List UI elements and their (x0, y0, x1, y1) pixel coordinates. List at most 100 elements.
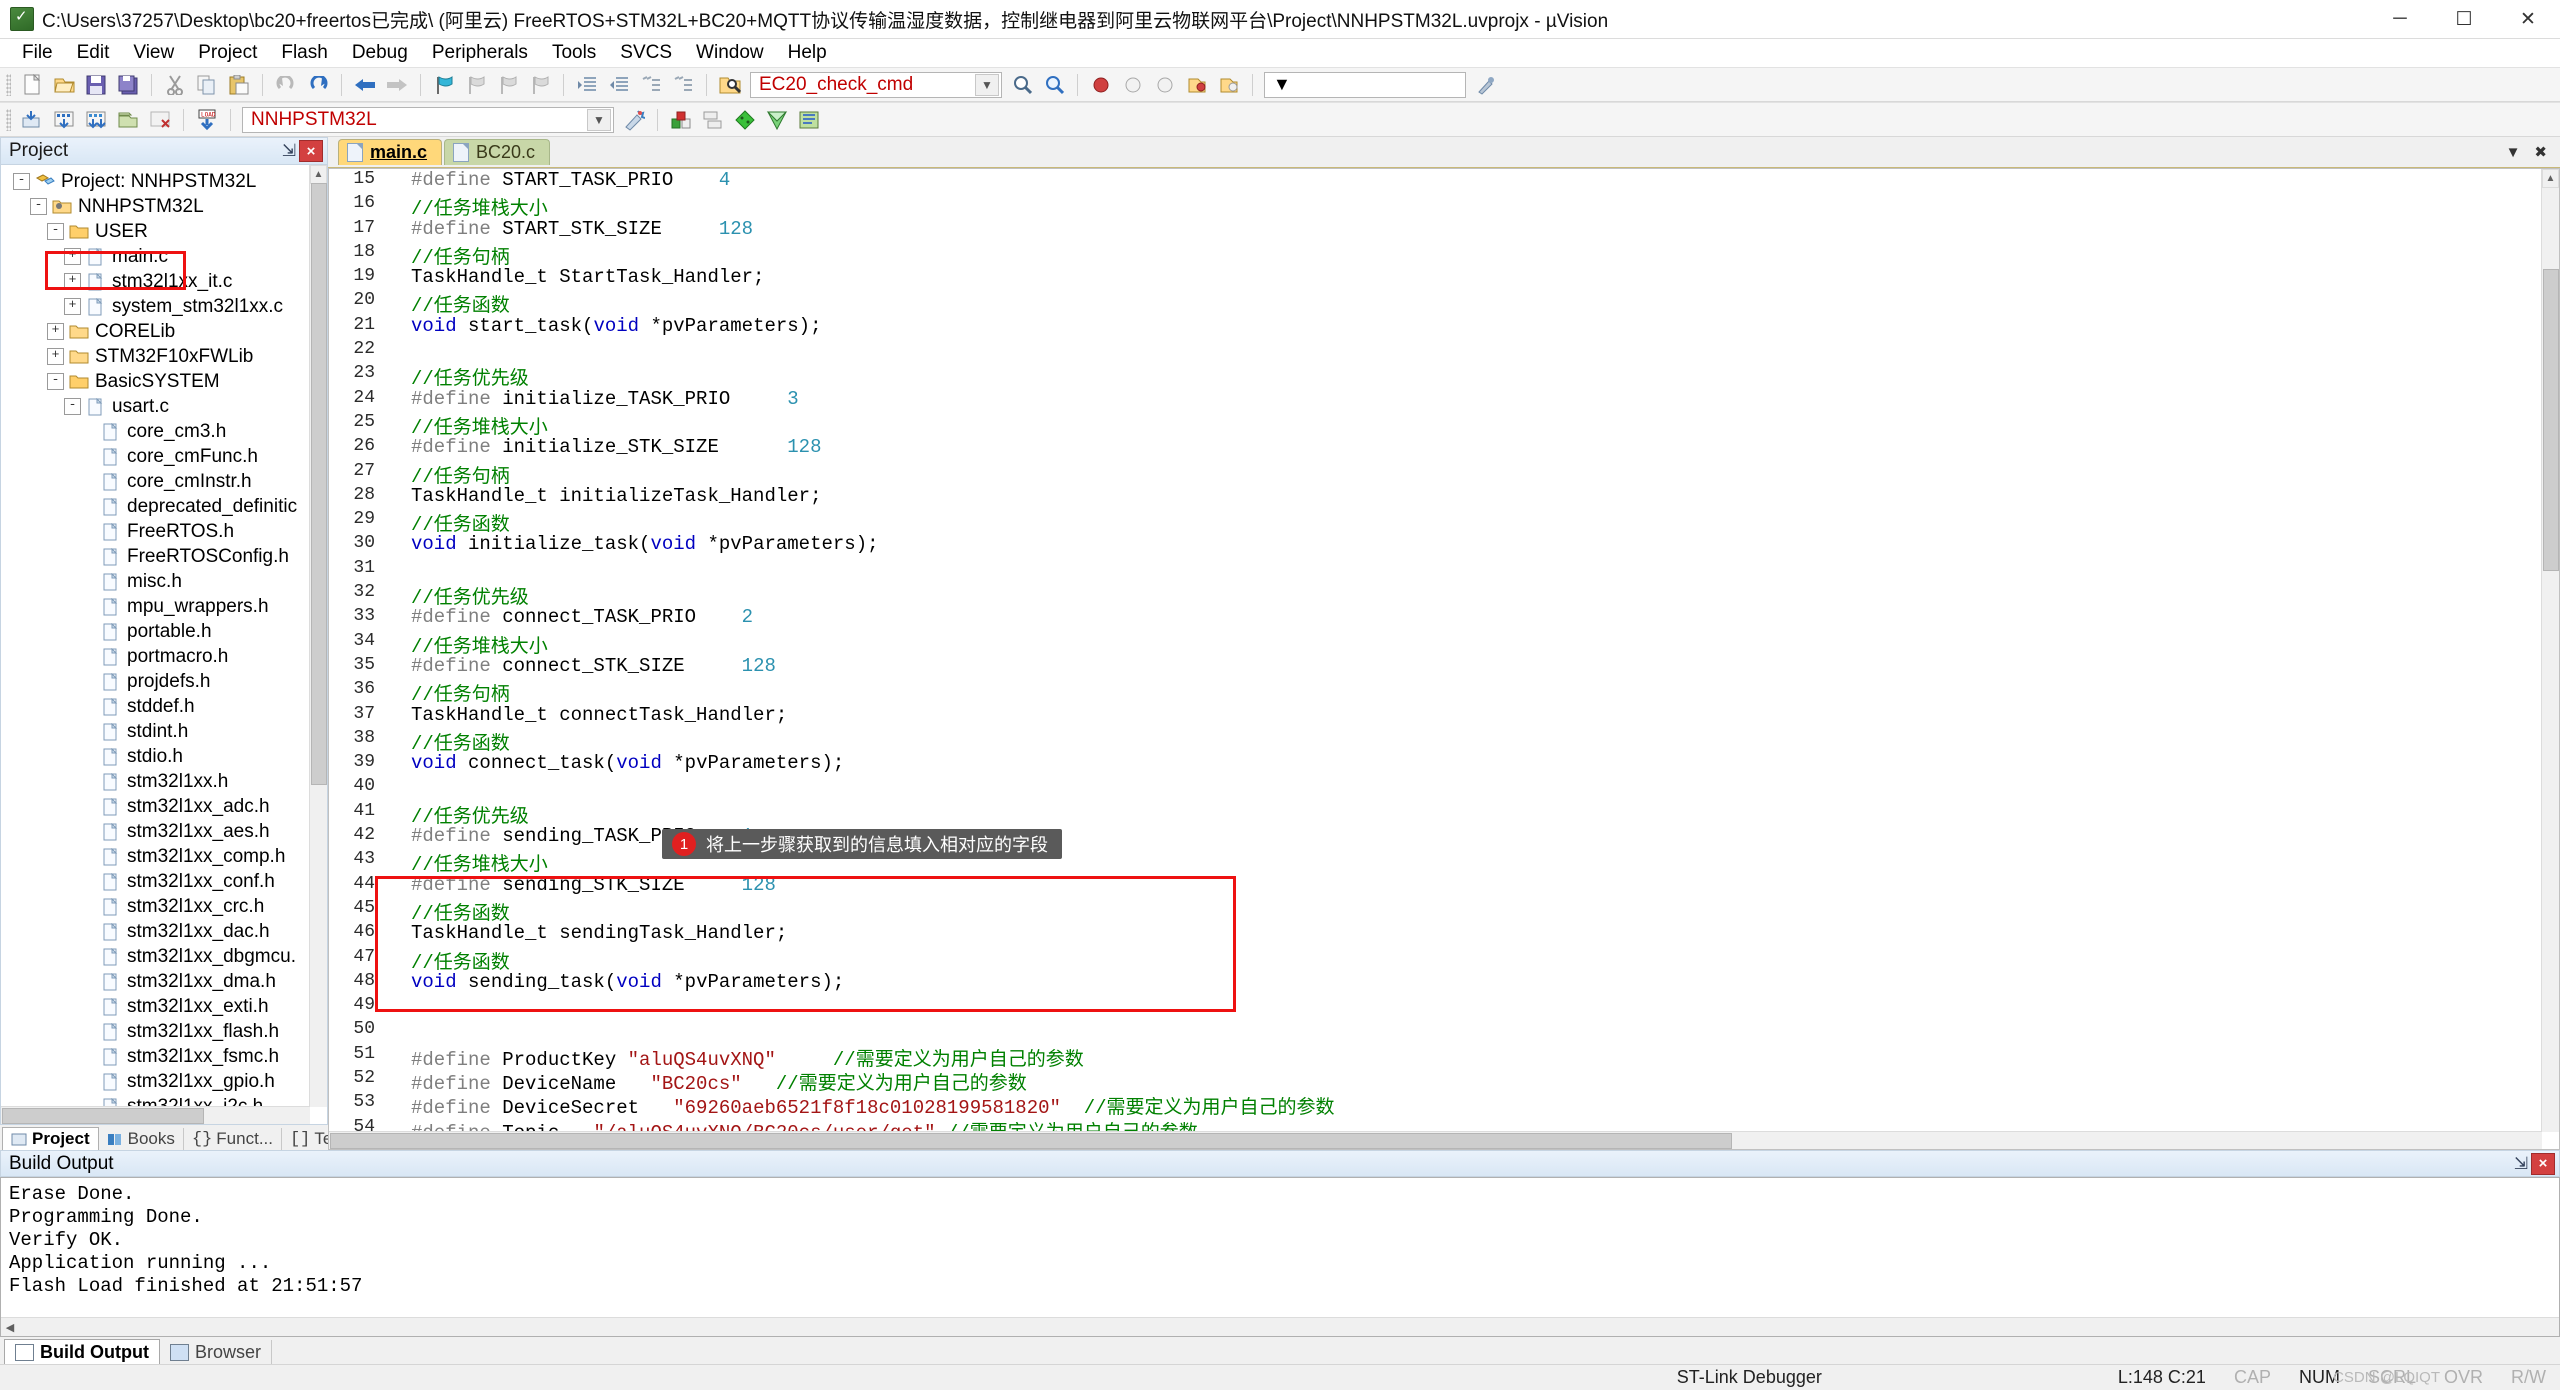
menu-view[interactable]: View (121, 38, 186, 68)
menu-edit[interactable]: Edit (65, 38, 122, 68)
tree-item[interactable]: misc.h (5, 569, 310, 594)
find-combo[interactable]: EC20_check_cmd ▼ (750, 71, 1002, 98)
code-line[interactable]: 41 //任务优先级 (329, 800, 2542, 828)
stop-build-icon[interactable] (145, 106, 175, 134)
code-line[interactable]: 30 void initialize_task(void *pvParameter… (329, 533, 2542, 557)
menu-debug[interactable]: Debug (340, 38, 420, 68)
tree-item[interactable]: + system_stm32l1xx.c (5, 294, 310, 319)
code-line[interactable]: 19 TaskHandle_t StartTask_Handler; (329, 266, 2542, 290)
build-file-icon[interactable] (17, 106, 47, 134)
code-line[interactable]: 51 #define ProductKey "aluQS4uvXNQ" //需要定… (329, 1043, 2542, 1071)
close-icon[interactable]: × (299, 140, 323, 162)
collapse-toggle-icon[interactable]: - (47, 223, 64, 240)
project-tab-functions[interactable]: {} Funct... (184, 1128, 282, 1150)
tree-item[interactable]: core_cmInstr.h (5, 469, 310, 494)
code-line[interactable]: 39 void connect_task(void *pvParameters); (329, 752, 2542, 776)
copy-icon[interactable] (192, 71, 222, 99)
code-line[interactable]: 48 void sending_task(void *pvParameters); (329, 970, 2542, 995)
target-options-icon[interactable] (619, 106, 649, 134)
insert-breakpoint-icon[interactable] (1118, 71, 1148, 99)
code-line[interactable]: 17 #define START_STK_SIZE 128 (329, 217, 2542, 242)
cut-icon[interactable] (160, 71, 190, 99)
tree-item[interactable]: stdio.h (5, 744, 310, 769)
tree-item[interactable]: + CORELib (5, 319, 310, 344)
manage-project-icon[interactable] (794, 106, 824, 134)
build-target-icon[interactable] (49, 106, 79, 134)
tree-item[interactable]: core_cmFunc.h (5, 444, 310, 469)
collapse-toggle-icon[interactable]: - (13, 173, 30, 190)
code-line[interactable]: 26 #define initialize_STK_SIZE 128 (329, 436, 2542, 460)
code-line[interactable]: 47 //任务函数 (329, 946, 2542, 974)
tree-item[interactable]: stm32l1xx_dbgmcu. (5, 944, 310, 969)
collapse-toggle-icon[interactable]: - (47, 373, 64, 390)
menu-help[interactable]: Help (776, 38, 839, 68)
build-output-scrollbar[interactable]: ◀ (1, 1317, 2559, 1336)
toolbar-grip[interactable] (6, 108, 11, 131)
expand-toggle-icon[interactable]: + (47, 348, 64, 365)
code-line[interactable]: 49 (329, 995, 2542, 1019)
tree-item[interactable]: FreeRTOSConfig.h (5, 544, 310, 569)
navigate-forward-icon[interactable] (382, 71, 412, 99)
menu-peripherals[interactable]: Peripherals (420, 38, 540, 68)
tree-item[interactable]: stm32l1xx_adc.h (5, 794, 310, 819)
paste-icon[interactable] (224, 71, 254, 99)
batch-build-icon[interactable] (113, 106, 143, 134)
code-line[interactable]: 36 //任务句柄 (329, 679, 2542, 706)
tree-item[interactable]: stm32l1xx_dma.h (5, 969, 310, 994)
tree-item[interactable]: stm32l1xx_dac.h (5, 919, 310, 944)
collapse-toggle-icon[interactable]: - (30, 198, 47, 215)
close-button[interactable]: ✕ (2496, 0, 2560, 38)
tree-item[interactable]: deprecated_definitic (5, 494, 310, 519)
find-in-files-icon[interactable] (715, 71, 745, 99)
menu-file[interactable]: File (10, 38, 65, 68)
tree-item[interactable]: stm32l1xx_flash.h (5, 1019, 310, 1044)
code-line[interactable]: 53 #define DeviceSecret "69260aeb6521f8f1… (329, 1092, 2542, 1119)
tab-build-output[interactable]: Build Output (4, 1339, 160, 1364)
scroll-thumb[interactable] (2, 1108, 204, 1124)
tab-close-icon[interactable]: ✖ (2527, 143, 2554, 161)
code-line[interactable]: 44 #define sending_STK_SIZE 128 (329, 873, 2542, 898)
code-line[interactable]: 15 #define START_TASK_PRIO 4 (329, 169, 2542, 193)
code-line[interactable]: 27 //任务句柄 (329, 460, 2542, 488)
menu-window[interactable]: Window (684, 38, 776, 68)
tree-item[interactable]: stdint.h (5, 719, 310, 744)
project-tab-project[interactable]: Project (2, 1127, 99, 1150)
find-next-icon[interactable] (1007, 71, 1037, 99)
tree-item[interactable]: - Project: NNHPSTM32L (5, 169, 310, 194)
tree-vertical-scrollbar[interactable]: ▲ (309, 165, 327, 1107)
code-line[interactable]: 52 #define DeviceName "BC20cs" //需要定义为用户自… (329, 1067, 2542, 1095)
tree-item[interactable]: stm32l1xx_fsmc.h (5, 1044, 310, 1069)
tree-item[interactable]: stm32l1xx_conf.h (5, 869, 310, 894)
tree-item[interactable]: stm32l1xx_exti.h (5, 994, 310, 1019)
manage-runtime-icon[interactable] (666, 106, 696, 134)
tree-item[interactable]: stm32l1xx_aes.h (5, 819, 310, 844)
bookmark-clear-icon[interactable] (525, 71, 555, 99)
code-line[interactable]: 50 (329, 1019, 2542, 1043)
code-line[interactable]: 43 //任务堆栈大小 (329, 849, 2542, 876)
scroll-thumb[interactable] (311, 183, 327, 785)
code-line[interactable]: 32 //任务优先级 (329, 582, 2542, 609)
window-cascade-icon[interactable] (730, 106, 760, 134)
tree-item[interactable]: core_cm3.h (5, 419, 310, 444)
bookmark-prev-icon[interactable] (461, 71, 491, 99)
code-line[interactable]: 22 (329, 339, 2542, 363)
tree-item[interactable]: portmacro.h (5, 644, 310, 669)
menu-svcs[interactable]: SVCS (608, 38, 684, 68)
redo-icon[interactable] (303, 71, 333, 99)
expand-toggle-icon[interactable]: + (47, 323, 64, 340)
debug-start-icon[interactable] (1086, 71, 1116, 99)
tree-item[interactable]: stm32l1xx_crc.h (5, 894, 310, 919)
expand-toggle-icon[interactable]: + (64, 273, 81, 290)
code-line[interactable]: 35 #define connect_STK_SIZE 128 (329, 654, 2542, 679)
expand-toggle-icon[interactable]: + (64, 248, 81, 265)
incremental-find-icon[interactable] (1039, 71, 1069, 99)
undo-icon[interactable] (271, 71, 301, 99)
scroll-up-icon[interactable]: ▲ (310, 165, 327, 184)
pin-icon[interactable]: ⇲ (279, 141, 299, 161)
code-line[interactable]: 46 TaskHandle_t sendingTask_Handler; (329, 922, 2542, 946)
code-line[interactable]: 45 //任务函数 (329, 897, 2542, 925)
code-line[interactable]: 54 #define Topic "/aluQS4uvXNQ/BC20cs/use… (329, 1116, 2542, 1132)
project-tree[interactable]: - Project: NNHPSTM32L - NNHPSTM32L - USER + mai… (0, 165, 328, 1125)
tree-item[interactable]: FreeRTOS.h (5, 519, 310, 544)
tree-item[interactable]: + main.c (5, 244, 310, 269)
